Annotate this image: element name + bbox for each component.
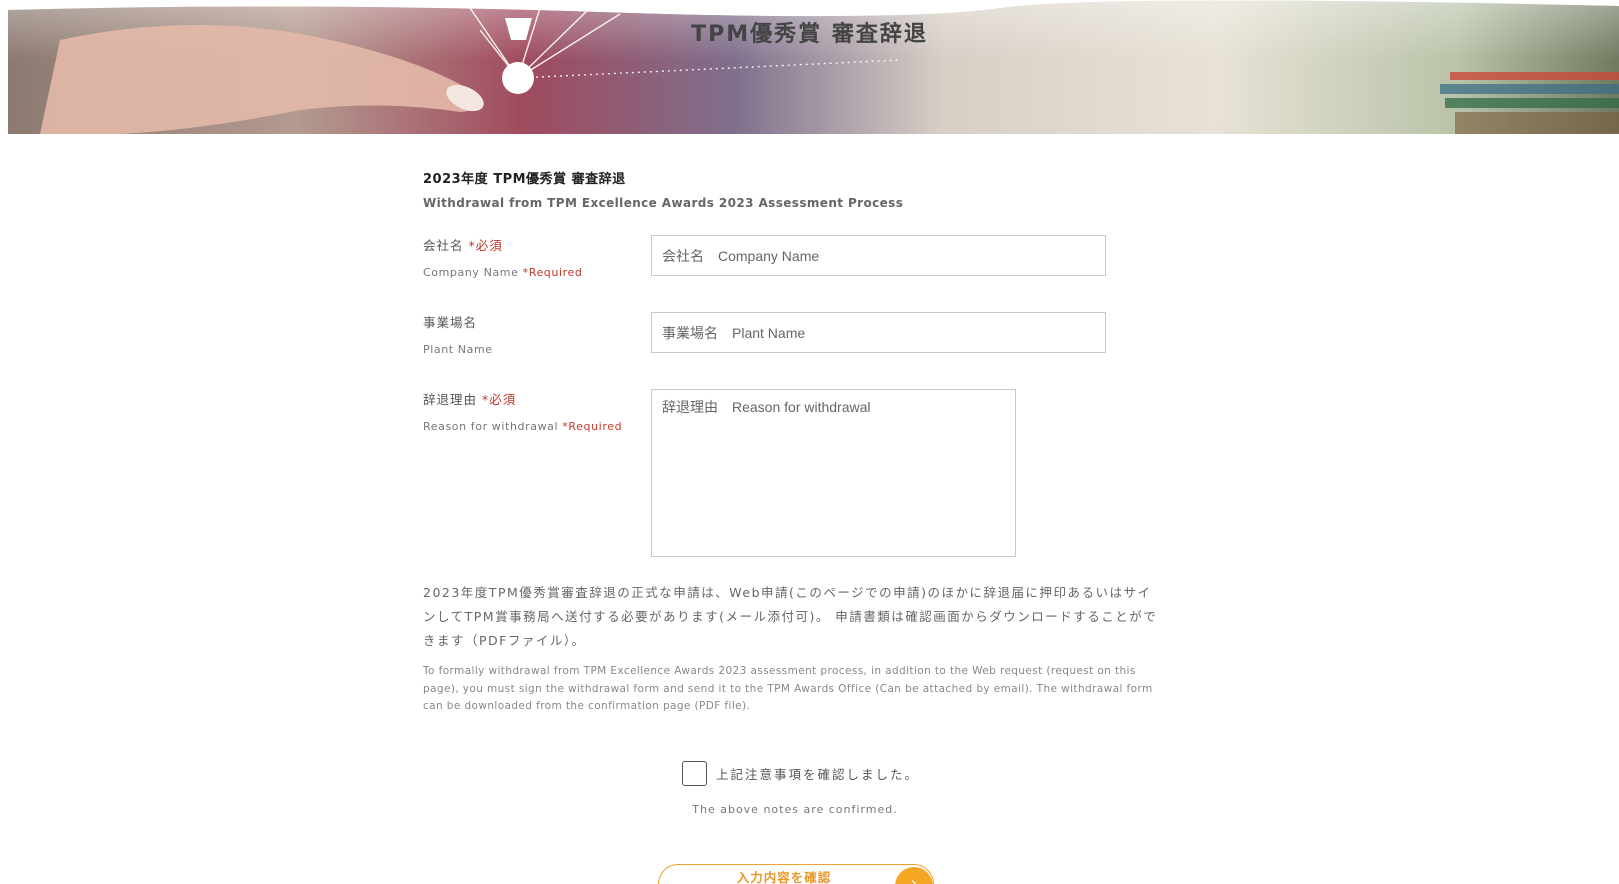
- required-marker-en: *Required: [522, 266, 583, 279]
- reason-row: 辞退理由 *必須 Reason for withdrawal *Required: [423, 389, 1163, 557]
- hero-title: TPM優秀賞 審査辞退: [691, 22, 928, 47]
- plant-name-input[interactable]: [651, 312, 1106, 353]
- confirm-label-en: The above notes are confirmed.: [692, 803, 898, 816]
- notice-text-ja: 2023年度TPM優秀賞審査辞退の正式な申請は、Web申請(このページでの申請)…: [423, 585, 1158, 648]
- reason-textarea[interactable]: [651, 389, 1016, 557]
- confirm-input-button-label: 入力内容を確認: [736, 870, 832, 884]
- confirm-checkbox[interactable]: [682, 760, 707, 786]
- company-name-label-en: Company Name: [423, 266, 519, 279]
- confirm-label-ja: 上記注意事項を確認しました。: [716, 766, 920, 782]
- form-heading-ja: 2023年度 TPM優秀賞 審査辞退: [423, 172, 626, 187]
- reason-label-en: Reason for withdrawal: [423, 420, 559, 433]
- hero-banner: TPM優秀賞 審査辞退: [0, 0, 1619, 134]
- required-marker-en: *Required: [562, 420, 623, 433]
- notice-text-en: To formally withdrawal from TPM Excellen…: [423, 665, 1153, 712]
- company-name-row: 会社名 *必須 Company Name *Required: [423, 235, 1163, 279]
- company-name-label-ja: 会社名: [423, 238, 464, 253]
- confirm-row: 上記注意事項を確認しました。: [682, 760, 919, 786]
- required-marker-ja: *必須: [468, 238, 503, 253]
- company-name-input[interactable]: [651, 235, 1106, 276]
- withdrawal-form: 2023年度 TPM優秀賞 審査辞退 Withdrawal from TPM E…: [423, 168, 1163, 210]
- confirm-input-button[interactable]: 入力内容を確認 ›: [658, 864, 934, 884]
- required-marker-ja: *必須: [482, 392, 517, 407]
- plant-name-row: 事業場名 Plant Name: [423, 312, 1163, 356]
- form-heading-en: Withdrawal from TPM Excellence Awards 20…: [423, 196, 904, 210]
- reason-label-ja: 辞退理由: [423, 392, 478, 407]
